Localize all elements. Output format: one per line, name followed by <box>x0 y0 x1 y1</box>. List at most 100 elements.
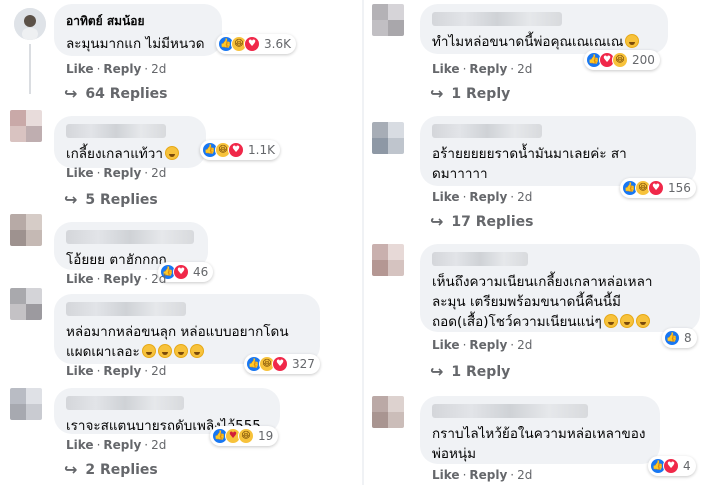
view-replies-button[interactable]: ↪ 2 Replies <box>64 460 158 479</box>
comment-actions: Like · Reply · 2d <box>66 364 167 378</box>
reaction-count: 46 <box>193 265 209 279</box>
reply-link[interactable]: Reply <box>469 62 507 76</box>
reaction-badge[interactable]: 👍 ♥ 😆 19 <box>210 426 279 446</box>
like-link[interactable]: Like <box>66 364 94 378</box>
blurred-author-name <box>432 124 542 138</box>
reaction-count: 1.1K <box>248 143 275 157</box>
emoji-icon <box>635 314 650 328</box>
reply-link[interactable]: Reply <box>103 438 141 452</box>
comment-actions: Like · Reply · 2d <box>432 190 533 204</box>
reply-link[interactable]: Reply <box>103 62 141 76</box>
view-replies-button[interactable]: ↪ 17 Replies <box>430 212 534 231</box>
like-link[interactable]: Like <box>432 62 460 76</box>
timestamp[interactable]: 2d <box>151 166 166 180</box>
comment-bubble: อาทิตย์ สมน้อย ละมุนมากแก ไม่มีหนวด <box>54 4 222 56</box>
reaction-badge[interactable]: 👍 ♥ 4 <box>648 456 696 476</box>
blurred-author-name <box>432 252 528 266</box>
comment-bubble: เห็นถึงความเนียนเกลี้ยงเกลาหล่อเหลา ละมุ… <box>420 244 700 332</box>
like-link[interactable]: Like <box>66 62 94 76</box>
comment-bubble: เกลี้ยงเกลาแท้วา <box>54 116 206 168</box>
comment-bubble: ทำไมหล่อขนาดนี้พ่อคุณเณเณเณ <box>420 4 668 54</box>
reply-link[interactable]: Reply <box>103 166 141 180</box>
timestamp[interactable]: 2d <box>151 364 166 378</box>
avatar-photo-icon <box>14 8 46 40</box>
timestamp[interactable]: 2d <box>517 190 532 204</box>
reaction-badge[interactable]: 👍 ♥ 😆 200 <box>584 50 660 70</box>
emoji-icon <box>619 314 634 328</box>
reply-arrow-icon: ↪ <box>430 212 444 231</box>
comment-bubble: กราบไลไหว้ย้อในความหล่อเหลาของ พ่อหนุ่ม <box>420 396 660 464</box>
avatar[interactable] <box>10 288 42 320</box>
avatar[interactable] <box>10 214 42 246</box>
reaction-count: 156 <box>668 181 691 195</box>
like-link[interactable]: Like <box>66 272 94 286</box>
avatar[interactable] <box>14 8 46 40</box>
reaction-badge[interactable]: 👍 😆 ♥ 156 <box>620 178 696 198</box>
replies-count: 2 Replies <box>85 461 158 478</box>
comment-author[interactable]: อาทิตย์ สมน้อย <box>66 12 210 31</box>
reaction-badge[interactable]: 👍 😆 ♥ 1.1K <box>200 140 280 160</box>
reply-link[interactable]: Reply <box>469 468 507 482</box>
timestamp[interactable]: 2d <box>517 338 532 352</box>
comment-text: เห็นถึงความเนียนเกลี้ยงเกลาหล่อเหลา ละมุ… <box>432 274 653 330</box>
comment-actions: Like · Reply · 2d <box>432 62 533 76</box>
avatar[interactable] <box>10 388 42 420</box>
timestamp[interactable]: 2d <box>151 438 166 452</box>
reply-arrow-icon: ↪ <box>64 84 78 103</box>
avatar[interactable] <box>372 396 404 428</box>
view-replies-button[interactable]: ↪ 1 Reply <box>430 362 510 381</box>
reaction-badge[interactable]: 👍 😆 ♥ 3.6K <box>216 34 296 54</box>
avatar[interactable] <box>372 122 404 154</box>
like-link[interactable]: Like <box>66 438 94 452</box>
comment-bubble: อร้ายยยยยราดน้ำมันมาเลยค่ะ สา ดมาาาาา <box>420 116 696 186</box>
emoji-icon <box>164 146 179 160</box>
comment-actions: Like · Reply · 2d <box>66 438 167 452</box>
blurred-author-name <box>432 404 588 418</box>
haha-reaction-icon: 😆 <box>612 52 628 68</box>
reply-thread-line <box>29 44 31 94</box>
replies-count: 1 Reply <box>451 85 511 102</box>
reaction-count: 200 <box>632 53 655 67</box>
view-replies-button[interactable]: ↪ 5 Replies <box>64 190 158 209</box>
emoji-icon <box>157 344 172 358</box>
reaction-badge[interactable]: 👍 8 <box>662 328 697 348</box>
reply-arrow-icon: ↪ <box>430 84 444 103</box>
love-reaction-icon: ♥ <box>228 142 244 158</box>
timestamp[interactable]: 2d <box>517 62 532 76</box>
view-replies-button[interactable]: ↪ 64 Replies <box>64 84 168 103</box>
timestamp[interactable]: 2d <box>151 272 166 286</box>
haha-reaction-icon: 😆 <box>238 428 254 444</box>
blurred-author-name <box>66 302 186 316</box>
avatar[interactable] <box>372 4 404 36</box>
reply-link[interactable]: Reply <box>103 272 141 286</box>
replies-count: 1 Reply <box>451 363 511 380</box>
emoji-icon <box>625 34 640 48</box>
comments-column-right: ทำไมหล่อขนาดนี้พ่อคุณเณเณเณ 👍 ♥ 😆 200 Li… <box>364 0 728 485</box>
like-link[interactable]: Like <box>432 338 460 352</box>
comment-text: ละมุนมากแก ไม่มีหนวด <box>66 36 205 52</box>
like-link[interactable]: Like <box>432 190 460 204</box>
avatar[interactable] <box>372 244 404 276</box>
emoji-icon <box>603 314 618 328</box>
reaction-count: 3.6K <box>264 37 291 51</box>
avatar[interactable] <box>10 110 42 142</box>
reply-link[interactable]: Reply <box>103 364 141 378</box>
timestamp[interactable]: 2d <box>517 468 532 482</box>
comment-actions: Like · Reply · 2d <box>66 62 167 76</box>
reply-link[interactable]: Reply <box>469 338 507 352</box>
emoji-icon <box>173 344 188 358</box>
reply-arrow-icon: ↪ <box>64 460 78 479</box>
comment-actions: Like · Reply · 2d <box>66 166 167 180</box>
timestamp[interactable]: 2d <box>151 62 166 76</box>
reaction-count: 327 <box>292 357 315 371</box>
love-reaction-icon: ♥ <box>272 356 288 372</box>
view-replies-button[interactable]: ↪ 1 Reply <box>430 84 510 103</box>
love-reaction-icon: ♥ <box>173 264 189 280</box>
replies-count: 5 Replies <box>85 191 158 208</box>
like-link[interactable]: Like <box>432 468 460 482</box>
reply-link[interactable]: Reply <box>469 190 507 204</box>
reply-arrow-icon: ↪ <box>430 362 444 381</box>
like-link[interactable]: Like <box>66 166 94 180</box>
love-reaction-icon: ♥ <box>663 458 679 474</box>
reaction-badge[interactable]: 👍 😆 ♥ 327 <box>244 354 320 374</box>
